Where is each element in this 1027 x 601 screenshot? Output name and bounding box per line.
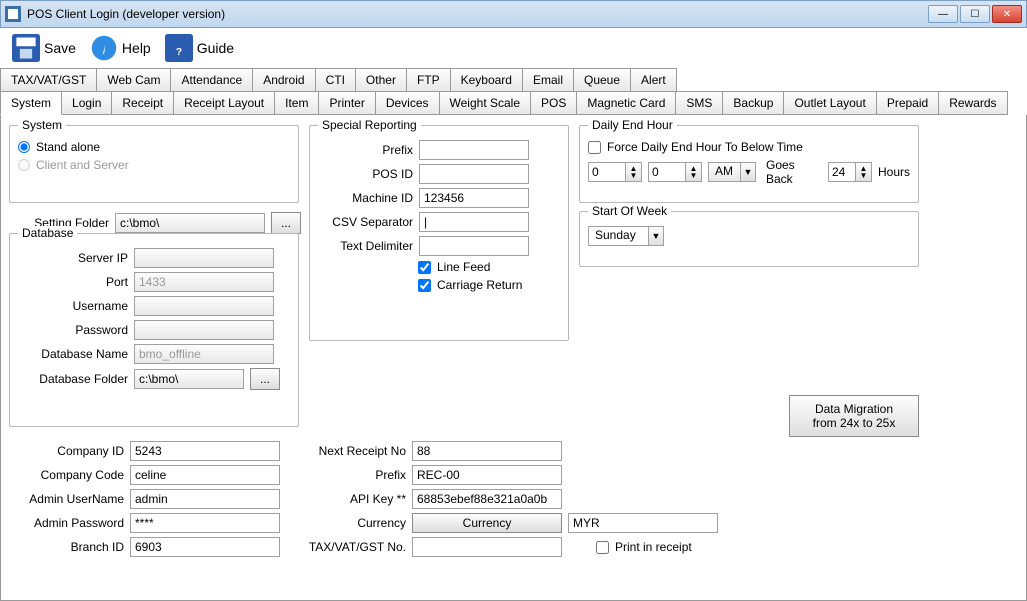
admin-password-input[interactable] [130, 513, 280, 533]
cr-checkbox[interactable] [418, 279, 431, 292]
data-migration-button[interactable]: Data Migration from 24x to 25x [789, 395, 919, 437]
force-daily-end-checkbox[interactable] [588, 141, 601, 154]
special-reporting-group: Special Reporting Prefix POS ID Machine … [309, 125, 569, 341]
window-title: POS Client Login (developer version) [27, 7, 225, 21]
tab-android[interactable]: Android [252, 68, 315, 92]
sp-posid-input[interactable] [419, 164, 529, 184]
db-name-input[interactable] [134, 344, 274, 364]
minute-spinner[interactable]: ▲▼ [648, 162, 702, 182]
sp-csvsep-input[interactable] [419, 212, 529, 232]
server-ip-input[interactable] [134, 248, 274, 268]
client-server-radio [18, 159, 30, 171]
sp-prefix-input[interactable] [419, 140, 529, 160]
save-icon [12, 34, 40, 62]
company-id-input[interactable] [130, 441, 280, 461]
db-username-input[interactable] [134, 296, 274, 316]
guide-button[interactable]: ? Guide [159, 34, 240, 62]
tab-pos[interactable]: POS [530, 91, 577, 115]
system-group: System Stand alone Client and Server [9, 125, 299, 203]
tab-email[interactable]: Email [522, 68, 574, 92]
tab-row-1: TAX/VAT/GSTWeb CamAttendanceAndroidCTIOt… [0, 68, 1027, 92]
tab-sms[interactable]: SMS [675, 91, 723, 115]
tab-backup[interactable]: Backup [722, 91, 784, 115]
database-group: Database Server IP Port Username Passwor… [9, 233, 299, 427]
tax-no-input[interactable] [412, 537, 562, 557]
tab-rewards[interactable]: Rewards [938, 91, 1007, 115]
linefeed-checkbox[interactable] [418, 261, 431, 274]
currency-input[interactable] [568, 513, 718, 533]
tab-cti[interactable]: CTI [315, 68, 356, 92]
goesback-spinner[interactable]: ▲▼ [828, 162, 872, 182]
guide-icon: ? [165, 34, 193, 62]
tab-ftp[interactable]: FTP [406, 68, 451, 92]
tab-outlet-layout[interactable]: Outlet Layout [783, 91, 876, 115]
svg-text:?: ? [176, 46, 182, 58]
tab-devices[interactable]: Devices [375, 91, 440, 115]
sp-machineid-input[interactable] [419, 188, 529, 208]
stand-alone-radio[interactable] [18, 141, 30, 153]
company-code-input[interactable] [130, 465, 280, 485]
minimize-button[interactable]: — [928, 5, 958, 23]
db-folder-browse[interactable]: ... [250, 368, 280, 390]
hour-spinner[interactable]: ▲▼ [588, 162, 642, 182]
save-button[interactable]: Save [6, 34, 82, 62]
setting-folder-browse[interactable]: ... [271, 212, 301, 234]
tab-tax-vat-gst[interactable]: TAX/VAT/GST [0, 68, 97, 92]
db-folder-input[interactable] [134, 369, 244, 389]
help-button[interactable]: i Help [84, 34, 157, 62]
tab-alert[interactable]: Alert [630, 68, 677, 92]
daily-end-hour-group: Daily End Hour Force Daily End Hour To B… [579, 125, 919, 203]
app-icon [5, 6, 21, 22]
tab-receipt[interactable]: Receipt [111, 91, 174, 115]
start-of-week-group: Start Of Week Sunday▼ [579, 211, 919, 267]
close-button[interactable]: ✕ [992, 5, 1022, 23]
admin-username-input[interactable] [130, 489, 280, 509]
tab-prepaid[interactable]: Prepaid [876, 91, 939, 115]
branch-id-input[interactable] [130, 537, 280, 557]
currency-button[interactable]: Currency [412, 513, 562, 533]
tab-keyboard[interactable]: Keyboard [450, 68, 523, 92]
start-of-week-combo[interactable]: Sunday▼ [588, 226, 664, 246]
next-receipt-input[interactable] [412, 441, 562, 461]
tab-printer[interactable]: Printer [318, 91, 375, 115]
tab-queue[interactable]: Queue [573, 68, 631, 92]
tab-receipt-layout[interactable]: Receipt Layout [173, 91, 275, 115]
system-panel: System Stand alone Client and Server Set… [0, 115, 1027, 601]
print-in-receipt-checkbox[interactable] [596, 541, 609, 554]
receipt-prefix-input[interactable] [412, 465, 562, 485]
title-bar: POS Client Login (developer version) — ☐… [0, 0, 1027, 28]
tab-web-cam[interactable]: Web Cam [96, 68, 171, 92]
api-key-input[interactable] [412, 489, 562, 509]
sp-textdelim-input[interactable] [419, 236, 529, 256]
tab-magnetic-card[interactable]: Magnetic Card [576, 91, 676, 115]
tab-system[interactable]: System [0, 91, 62, 115]
tab-login[interactable]: Login [61, 91, 112, 115]
tab-item[interactable]: Item [274, 91, 319, 115]
port-input[interactable] [134, 272, 274, 292]
tab-weight-scale[interactable]: Weight Scale [439, 91, 531, 115]
help-icon: i [90, 34, 118, 62]
setting-folder-input[interactable] [115, 213, 265, 233]
ampm-combo[interactable]: AM▼ [708, 162, 756, 182]
toolbar: Save i Help ? Guide [0, 28, 1027, 68]
db-password-input[interactable] [134, 320, 274, 340]
maximize-button[interactable]: ☐ [960, 5, 990, 23]
tab-attendance[interactable]: Attendance [170, 68, 253, 92]
tab-row-2: SystemLoginReceiptReceipt LayoutItemPrin… [0, 91, 1027, 115]
tab-other[interactable]: Other [355, 68, 407, 92]
